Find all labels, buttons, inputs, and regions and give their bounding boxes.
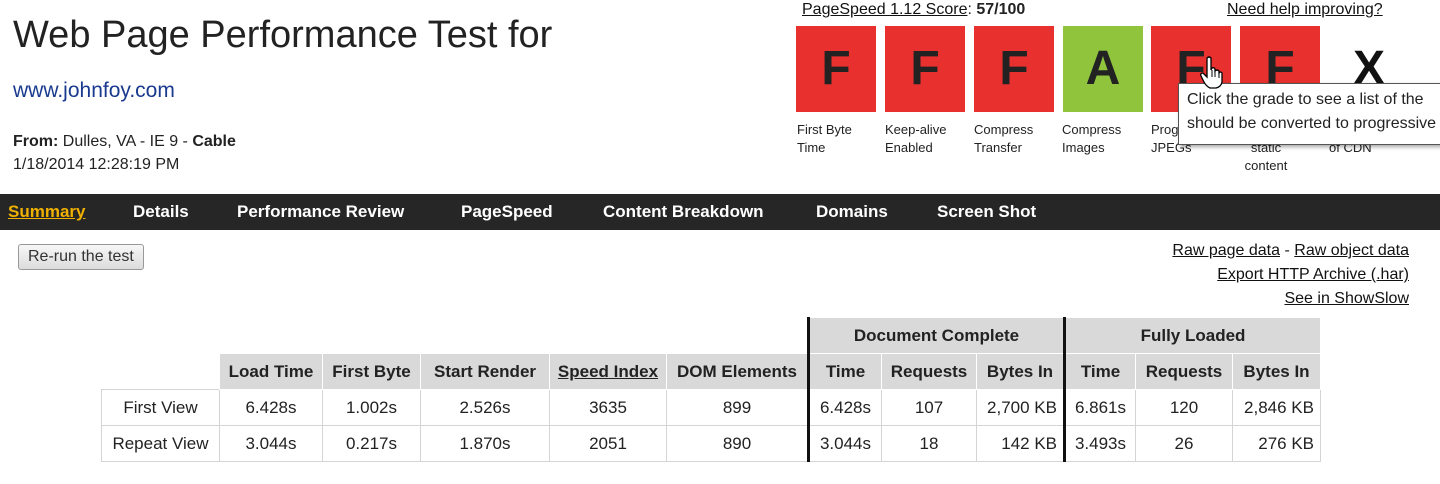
group-header-document-complete: Document Complete (807, 317, 1066, 354)
column-header: Start Render (420, 353, 550, 390)
table-cell: 6.428s (219, 389, 323, 426)
table-cell: 2.526s (420, 389, 550, 426)
raw-page-data-link[interactable]: Raw page data (1172, 242, 1280, 259)
export-links: Raw page data - Raw object data Export H… (1172, 239, 1409, 311)
column-header-speed-index[interactable]: Speed Index (549, 353, 667, 390)
page-title: Web Page Performance Test for (13, 14, 553, 56)
tab-pagespeed[interactable]: PageSpeed (461, 194, 553, 230)
pagespeed-score-value: 57/100 (976, 1, 1026, 18)
table-cell: 0.217s (322, 425, 421, 462)
row-label: Repeat View (101, 425, 220, 462)
links-separator: - (1284, 242, 1290, 259)
rerun-test-button[interactable]: Re-run the test (18, 244, 144, 270)
table-cell: 120 (1135, 389, 1233, 426)
tab-content-breakdown[interactable]: Content Breakdown (603, 194, 764, 230)
table-cell: 6.428s (807, 389, 882, 426)
tab-summary[interactable]: Summary (8, 194, 85, 230)
table-cell: 276 KB (1232, 425, 1321, 462)
showslow-link[interactable]: See in ShowSlow (1284, 290, 1409, 307)
grade-label-keep-alive: Keep-alive Enabled (885, 122, 947, 155)
table-cell: 6.861s (1064, 389, 1136, 426)
grade-compress-transfer[interactable]: F (974, 26, 1054, 112)
column-header: Bytes In (1232, 353, 1321, 390)
speed-index-link[interactable]: Speed Index (558, 362, 658, 381)
table-cell: 2,846 KB (1232, 389, 1321, 426)
test-location: From: Dulles, VA - IE 9 - Cable (13, 133, 236, 151)
grade-label-compress-images: Compress Images (1062, 122, 1122, 155)
table-cell: 3.493s (1064, 425, 1136, 462)
table-cell: 1.870s (420, 425, 550, 462)
column-header: Bytes In (976, 353, 1066, 390)
column-header: DOM Elements (666, 353, 809, 390)
table-cell: 3.044s (219, 425, 323, 462)
pagespeed-score-link[interactable]: PageSpeed 1.12 Score (802, 1, 967, 18)
table-group-header-row: Document Complete Fully Loaded (102, 317, 1321, 354)
table-row: Repeat View 3.044s 0.217s 1.870s 2051 89… (101, 425, 1321, 462)
column-header: Time (807, 353, 882, 390)
table-row: First View 6.428s 1.002s 2.526s 3635 899… (101, 389, 1321, 426)
test-datetime: 1/18/2014 12:28:19 PM (13, 156, 180, 173)
from-label: From: (13, 133, 59, 150)
site-url-link[interactable]: www.johnfoy.com (13, 79, 175, 103)
grade-tooltip: Click the grade to see a list of the sho… (1178, 83, 1440, 145)
column-header: Time (1064, 353, 1136, 390)
group-header-fully-loaded: Fully Loaded (1064, 317, 1321, 354)
table-cell: 890 (666, 425, 809, 462)
tab-screen-shot[interactable]: Screen Shot (937, 194, 1036, 230)
raw-object-data-link[interactable]: Raw object data (1294, 242, 1409, 259)
export-har-link[interactable]: Export HTTP Archive (.har) (1217, 266, 1409, 283)
grade-keep-alive[interactable]: F (885, 26, 965, 112)
tab-performance-review[interactable]: Performance Review (237, 194, 404, 230)
tooltip-line-2: should be converted to progressive (1187, 115, 1437, 132)
table-cell: 18 (881, 425, 977, 462)
table-header-row: Load Time First Byte Start Render Speed … (102, 353, 1321, 390)
help-improving-link[interactable]: Need help improving? (1227, 1, 1383, 19)
grade-label-first-byte: First Byte Time (797, 122, 852, 155)
column-header: Requests (881, 353, 977, 390)
tab-domains[interactable]: Domains (816, 194, 888, 230)
row-label: First View (101, 389, 220, 426)
results-table: Document Complete Fully Loaded Load Time… (101, 317, 1321, 462)
table-cell: 107 (881, 389, 977, 426)
grade-label-compress-transfer: Compress Transfer (974, 122, 1034, 155)
grade-compress-images[interactable]: A (1063, 26, 1143, 112)
table-cell: 142 KB (976, 425, 1066, 462)
connection-type: Cable (192, 133, 236, 150)
column-header: Load Time (219, 353, 323, 390)
nav-bar: Summary Details Performance Review PageS… (0, 194, 1440, 230)
pagespeed-score: PageSpeed 1.12 Score: 57/100 (802, 1, 1026, 18)
grade-first-byte-time[interactable]: F (796, 26, 876, 112)
table-cell: 3635 (549, 389, 667, 426)
table-cell: 3.044s (807, 425, 882, 462)
table-cell: 2,700 KB (976, 389, 1066, 426)
hand-cursor-icon (1200, 56, 1223, 89)
column-header: First Byte (322, 353, 421, 390)
column-header: Requests (1135, 353, 1233, 390)
from-location: Dulles, VA - IE 9 - (62, 133, 188, 150)
table-cell: 2051 (549, 425, 667, 462)
table-cell: 26 (1135, 425, 1233, 462)
table-cell: 1.002s (322, 389, 421, 426)
tooltip-line-1: Click the grade to see a list of the (1187, 91, 1424, 108)
tab-details[interactable]: Details (133, 194, 189, 230)
table-cell: 899 (666, 389, 809, 426)
